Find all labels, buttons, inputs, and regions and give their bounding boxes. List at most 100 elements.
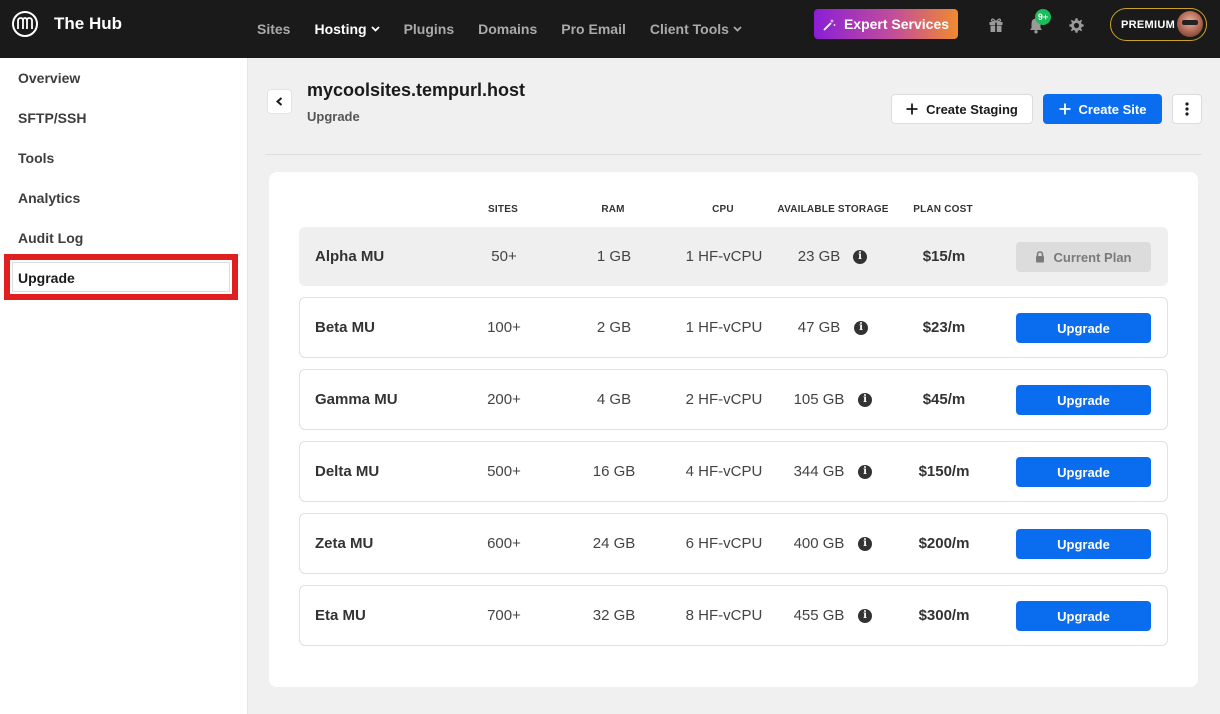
table-row: Gamma MU 200+ 4 GB 2 HF-vCPU 105 GB i $4… <box>299 369 1168 430</box>
sidebar-item-overview[interactable]: Overview <box>18 70 80 86</box>
plan-ram: 1 GB <box>596 248 632 265</box>
magic-wand-icon <box>823 18 836 31</box>
header-divider <box>265 154 1202 155</box>
back-arrow-icon <box>276 97 283 106</box>
plan-sites: 500+ <box>487 463 521 480</box>
plan-name: Delta MU <box>315 463 380 480</box>
premium-account-menu[interactable]: PREMIUM <box>1110 8 1207 41</box>
column-header-ram: RAM <box>601 204 625 215</box>
more-options-button[interactable] <box>1172 94 1202 124</box>
storage-info-button[interactable]: i <box>858 514 872 573</box>
top-bar: The Hub Sites Hosting Plugins Domains Pr… <box>0 0 1220 58</box>
plan-cpu: 4 HF-vCPU <box>685 463 763 480</box>
chevron-down-icon <box>370 26 380 32</box>
create-site-button[interactable]: Create Site <box>1043 94 1162 124</box>
plan-name: Beta MU <box>315 319 376 336</box>
table-row: Delta MU 500+ 16 GB 4 HF-vCPU 344 GB i $… <box>299 441 1168 502</box>
plan-sites: 600+ <box>487 535 521 552</box>
plan-cpu: 1 HF-vCPU <box>685 319 763 336</box>
plan-storage: 344 GB <box>793 463 845 480</box>
storage-info-button[interactable]: i <box>858 586 872 645</box>
gift-icon[interactable] <box>986 15 1006 35</box>
table-row: Zeta MU 600+ 24 GB 6 HF-vCPU 400 GB i $2… <box>299 513 1168 574</box>
sidebar-item-audit-log[interactable]: Audit Log <box>18 230 83 246</box>
plan-cost: $23/m <box>922 319 966 336</box>
plan-sites: 100+ <box>487 319 521 336</box>
info-icon: i <box>858 536 872 551</box>
sidebar-item-upgrade[interactable]: Upgrade <box>18 270 75 286</box>
nav-sites[interactable]: Sites <box>257 21 290 37</box>
plan-name: Alpha MU <box>315 248 385 265</box>
storage-info-button[interactable]: i <box>854 298 868 357</box>
nav-hosting[interactable]: Hosting <box>314 21 380 37</box>
nav-label: Pro Email <box>561 21 626 37</box>
plan-storage: 105 GB <box>793 391 845 408</box>
premium-label: PREMIUM <box>1121 18 1176 31</box>
nav-label: Client Tools <box>649 21 729 37</box>
plan-cost: $150/m <box>918 463 970 480</box>
chevron-down-icon <box>733 26 742 32</box>
page-subtitle: Upgrade <box>307 109 360 124</box>
plan-sites: 50+ <box>491 248 517 265</box>
upgrade-button[interactable]: Upgrade <box>1016 529 1151 559</box>
current-plan-label: Current Plan <box>1053 249 1132 265</box>
plan-ram: 24 GB <box>592 535 636 552</box>
plan-cost: $45/m <box>922 391 966 408</box>
plan-storage: 47 GB <box>797 319 841 336</box>
plan-name: Eta MU <box>315 607 366 624</box>
nav-plugins[interactable]: Plugins <box>404 21 455 37</box>
table-row: Alpha MU 50+ 1 GB 1 HF-vCPU 23 GB i $15/… <box>299 227 1168 286</box>
notification-badge: 9+ <box>1035 9 1051 25</box>
sidebar-item-tools[interactable]: Tools <box>18 150 54 166</box>
plan-ram: 32 GB <box>592 607 636 624</box>
plan-cost: $300/m <box>918 607 970 624</box>
storage-info-button[interactable]: i <box>858 370 872 429</box>
info-icon: i <box>858 464 872 479</box>
plan-cpu: 8 HF-vCPU <box>685 607 763 624</box>
column-header-cpu: CPU <box>712 204 734 215</box>
create-staging-button[interactable]: Create Staging <box>891 94 1033 124</box>
expert-services-button[interactable]: Expert Services <box>814 9 958 39</box>
more-vertical-icon <box>1185 102 1189 116</box>
info-icon: i <box>853 249 867 264</box>
upgrade-button[interactable]: Upgrade <box>1016 457 1151 487</box>
main-nav: Sites Hosting Plugins Domains Pro Email … <box>257 0 766 58</box>
plan-storage: 400 GB <box>793 535 845 552</box>
info-icon: i <box>858 608 872 623</box>
upgrade-button[interactable]: Upgrade <box>1016 601 1151 631</box>
storage-info-button[interactable]: i <box>858 442 872 501</box>
sidebar-item-sftp-ssh[interactable]: SFTP/SSH <box>18 110 86 126</box>
plus-icon <box>906 103 918 115</box>
create-staging-label: Create Staging <box>926 101 1018 117</box>
upgrade-button[interactable]: Upgrade <box>1016 385 1151 415</box>
page-title: mycoolsites.tempurl.host <box>307 80 526 100</box>
nav-domains[interactable]: Domains <box>478 21 537 37</box>
sidebar-item-analytics[interactable]: Analytics <box>18 190 80 206</box>
nav-label: Hosting <box>314 21 367 37</box>
expert-services-label: Expert Services <box>843 16 950 32</box>
info-icon: i <box>854 320 868 335</box>
current-plan-badge: Current Plan <box>1016 242 1151 272</box>
plan-storage: 455 GB <box>793 607 845 624</box>
nav-label: Sites <box>257 21 291 37</box>
table-row: Beta MU 100+ 2 GB 1 HF-vCPU 47 GB i $23/… <box>299 297 1168 358</box>
nav-pro-email[interactable]: Pro Email <box>561 21 626 37</box>
column-header-plan-cost: PLAN COST <box>913 204 973 215</box>
lock-icon <box>1036 251 1045 263</box>
brand[interactable]: The Hub <box>12 11 122 37</box>
upgrade-button[interactable]: Upgrade <box>1016 313 1151 343</box>
plus-icon <box>1059 103 1071 115</box>
back-button[interactable] <box>267 89 292 114</box>
plan-name: Zeta MU <box>315 535 374 552</box>
storage-info-button[interactable]: i <box>853 228 867 285</box>
plan-ram: 16 GB <box>592 463 636 480</box>
hub-logo-icon <box>12 11 38 37</box>
nav-label: Domains <box>478 21 538 37</box>
plan-cpu: 1 HF-vCPU <box>685 248 763 265</box>
gear-icon[interactable] <box>1066 15 1086 35</box>
table-row: Eta MU 700+ 32 GB 8 HF-vCPU 455 GB i $30… <box>299 585 1168 646</box>
nav-client-tools[interactable]: Client Tools <box>650 21 742 37</box>
plan-sites: 700+ <box>487 607 521 624</box>
column-header-storage: AVAILABLE STORAGE <box>777 204 889 215</box>
plan-cost: $200/m <box>918 535 970 552</box>
